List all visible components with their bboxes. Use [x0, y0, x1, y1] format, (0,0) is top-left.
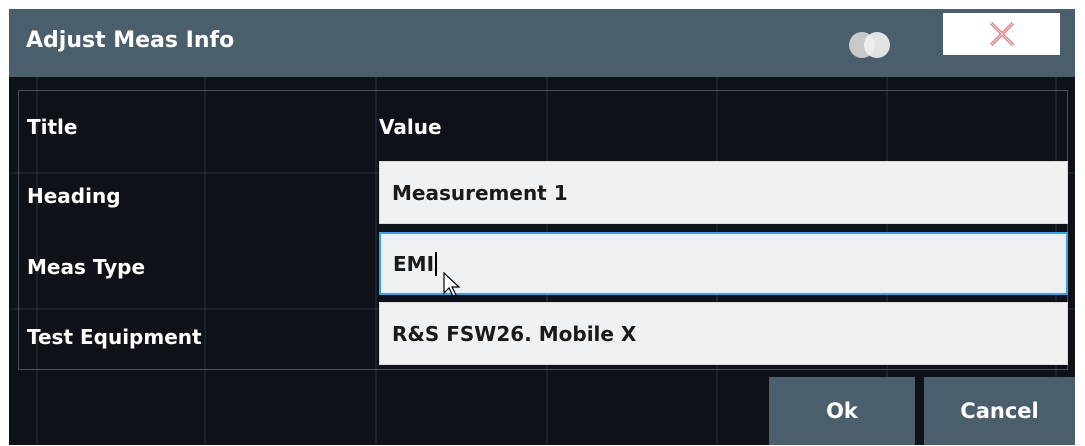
heading-label: Heading [27, 184, 121, 208]
dialog-titlebar[interactable]: Adjust Meas Info [9, 9, 1075, 77]
adjust-meas-info-dialog: Adjust Meas Info Title Value Heading Mea… [9, 9, 1075, 445]
meas-type-input[interactable]: EMI [379, 232, 1068, 295]
text-caret [435, 251, 438, 276]
meas-type-label: Meas Type [27, 255, 146, 279]
mouse-pointer-icon [443, 272, 461, 297]
column-header-value: Value [379, 115, 442, 139]
ok-button[interactable]: Ok [769, 377, 915, 445]
test-equipment-label: Test Equipment [27, 325, 202, 349]
test-equipment-input[interactable]: R&S FSW26. Mobile X [379, 302, 1068, 365]
close-button[interactable] [943, 13, 1060, 55]
meas-type-value: EMI [393, 251, 435, 276]
test-equipment-value: R&S FSW26. Mobile X [392, 321, 637, 346]
heading-value: Measurement 1 [392, 180, 568, 205]
cancel-button[interactable]: Cancel [924, 377, 1075, 445]
transparency-toggle-icon[interactable] [849, 29, 905, 59]
dialog-title: Adjust Meas Info [26, 28, 235, 53]
close-icon [989, 21, 1014, 47]
heading-input[interactable]: Measurement 1 [379, 161, 1068, 224]
column-header-title: Title [27, 115, 78, 139]
